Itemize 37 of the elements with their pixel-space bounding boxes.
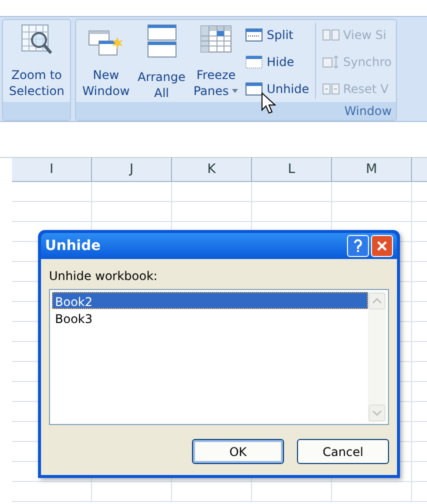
column-header[interactable]: J bbox=[92, 158, 172, 181]
split-window-icon bbox=[244, 27, 263, 44]
column-header[interactable]: K bbox=[172, 158, 252, 181]
column-header[interactable]: L bbox=[252, 158, 332, 181]
list-item[interactable]: Book2 bbox=[52, 292, 368, 309]
arranged-windows-icon bbox=[146, 23, 178, 59]
scrollbar[interactable] bbox=[368, 292, 386, 422]
ribbon-small-button[interactable]: Split bbox=[244, 25, 310, 46]
list-item[interactable]: Book3 bbox=[52, 309, 368, 326]
group-label: Window bbox=[344, 103, 392, 120]
window-icon bbox=[244, 80, 263, 97]
column-header[interactable]: I bbox=[12, 158, 92, 181]
dialog-button[interactable]: Cancel bbox=[297, 439, 389, 464]
question-mark-icon bbox=[353, 239, 363, 253]
dialog-button[interactable]: OK bbox=[192, 439, 284, 464]
dialog-title: Unhide bbox=[45, 236, 101, 256]
ribbon-button[interactable]: New Window bbox=[80, 23, 132, 99]
help-button[interactable] bbox=[347, 235, 369, 257]
ribbon-button[interactable]: Zoom to Selection bbox=[7, 23, 66, 99]
scroll-up-icon[interactable] bbox=[368, 292, 386, 310]
column-header[interactable]: M bbox=[332, 158, 412, 181]
scroll-down-icon[interactable] bbox=[368, 404, 386, 422]
close-icon bbox=[376, 240, 388, 252]
close-button[interactable] bbox=[371, 235, 393, 257]
group-label-bar bbox=[3, 102, 70, 120]
hidden-window-icon bbox=[244, 54, 263, 70]
side-by-side-icon bbox=[322, 27, 340, 44]
workbook-list[interactable]: Book2 Book3 bbox=[49, 289, 389, 425]
ribbon-button[interactable]: Freeze Panes bbox=[191, 23, 241, 99]
mouse-pointer-icon bbox=[261, 92, 277, 114]
synchronous-scroll-icon bbox=[322, 54, 340, 70]
dropdown-arrow-icon bbox=[230, 88, 239, 94]
list-label: Unhide workbook: bbox=[49, 268, 158, 285]
ribbon-button[interactable]: Arrange All bbox=[136, 23, 188, 101]
reset-position-icon bbox=[322, 80, 340, 97]
magnifier-grid-icon bbox=[20, 23, 54, 57]
ribbon-small-button[interactable]: Hide bbox=[244, 52, 310, 72]
